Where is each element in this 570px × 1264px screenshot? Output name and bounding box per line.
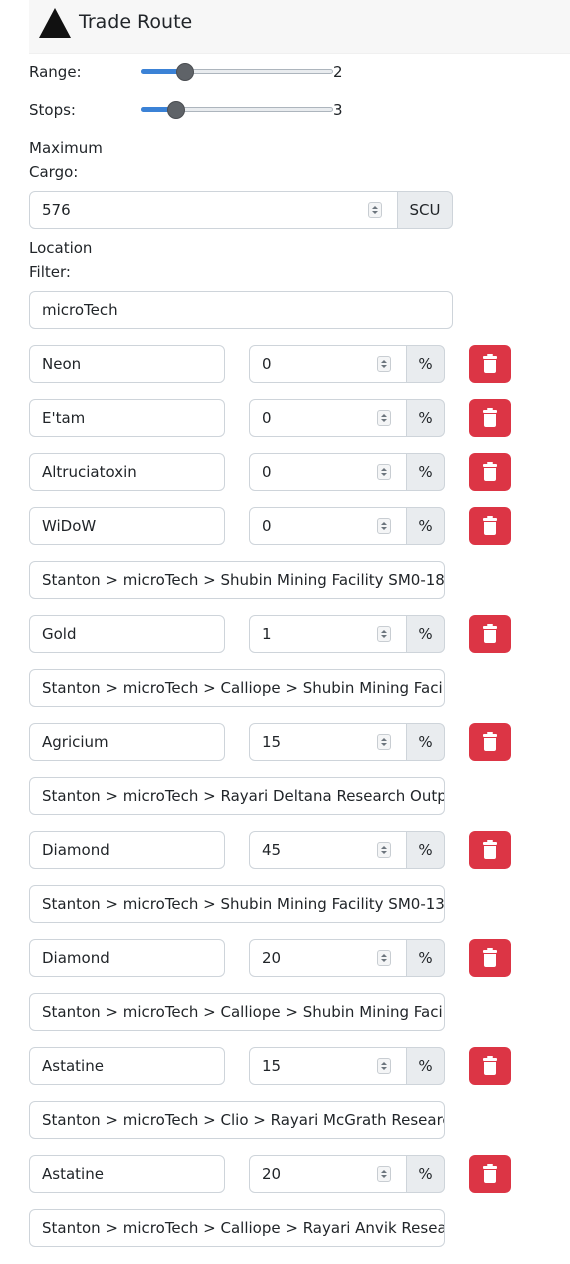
delete-button[interactable] <box>469 399 511 437</box>
percent-value: 20 <box>262 949 282 967</box>
location-filter-input[interactable]: microTech <box>29 291 453 329</box>
spinner-arrows-icon[interactable] <box>377 356 391 372</box>
commodity-name: WiDoW <box>42 517 97 535</box>
location-filter-label: Location <box>29 239 93 257</box>
spinner-arrows-icon[interactable] <box>377 842 391 858</box>
spinner-arrows-icon[interactable] <box>377 626 391 642</box>
commodity-input[interactable]: Astatine <box>29 1047 225 1085</box>
percent-unit-addon: % <box>406 453 445 491</box>
scu-unit-addon: SCU <box>397 191 453 229</box>
max-cargo-value: 576 <box>42 201 71 219</box>
location-filter-label-line2: Filter: <box>29 263 71 281</box>
range-label: Range: <box>29 63 82 81</box>
percent-unit-addon: % <box>406 831 445 869</box>
spinner-arrows-icon[interactable] <box>377 950 391 966</box>
location-value: Stanton > microTech > Rayari Deltana Res… <box>42 787 445 805</box>
percent-value: 0 <box>262 355 272 373</box>
delete-button[interactable] <box>469 345 511 383</box>
commodity-name: Gold <box>42 625 77 643</box>
location-input[interactable]: Stanton > microTech > Calliope > Rayari … <box>29 1209 445 1247</box>
commodity-input[interactable]: Altruciatoxin <box>29 453 225 491</box>
commodity-input[interactable]: WiDoW <box>29 507 225 545</box>
percent-value: 45 <box>262 841 282 859</box>
location-input[interactable]: Stanton > microTech > Rayari Deltana Res… <box>29 777 445 815</box>
commodity-name: Altruciatoxin <box>42 463 137 481</box>
location-input[interactable]: Stanton > microTech > Clio > Rayari McGr… <box>29 1101 445 1139</box>
location-input[interactable]: Stanton > microTech > Shubin Mining Faci… <box>29 561 445 599</box>
spinner-arrows-icon[interactable] <box>377 464 391 480</box>
max-cargo-input[interactable]: 576 <box>29 191 398 229</box>
commodity-name: Astatine <box>42 1165 104 1183</box>
commodity-input[interactable]: Diamond <box>29 939 225 977</box>
commodity-name: Neon <box>42 355 82 373</box>
location-input[interactable]: Stanton > microTech > Shubin Mining Faci… <box>29 885 445 923</box>
percent-unit-addon: % <box>406 345 445 383</box>
commodity-input[interactable]: Diamond <box>29 831 225 869</box>
percent-value: 20 <box>262 1165 282 1183</box>
max-cargo-label-line2: Cargo: <box>29 163 79 181</box>
location-value: Stanton > microTech > Calliope > Shubin … <box>42 1003 445 1021</box>
delete-button[interactable] <box>469 453 511 491</box>
commodity-input[interactable]: E'tam <box>29 399 225 437</box>
location-value: Stanton > microTech > Calliope > Rayari … <box>42 1219 444 1237</box>
delete-button[interactable] <box>469 831 511 869</box>
spinner-arrows-icon[interactable] <box>368 202 382 218</box>
percent-unit-addon: % <box>406 615 445 653</box>
delete-button[interactable] <box>469 1047 511 1085</box>
location-value: Stanton > microTech > Shubin Mining Faci… <box>42 571 445 589</box>
commodity-input[interactable]: Neon <box>29 345 225 383</box>
percent-value: 1 <box>262 625 272 643</box>
delete-button[interactable] <box>469 507 511 545</box>
range-slider-thumb[interactable] <box>175 63 194 81</box>
delete-button[interactable] <box>469 615 511 653</box>
percent-unit-addon: % <box>406 939 445 977</box>
commodity-name: Agricium <box>42 733 109 751</box>
percent-value: 15 <box>262 733 282 751</box>
delete-button[interactable] <box>469 723 511 761</box>
delete-button[interactable] <box>469 939 511 977</box>
percent-value: 0 <box>262 409 272 427</box>
percent-value: 0 <box>262 517 272 535</box>
commodity-name: Diamond <box>42 841 110 859</box>
range-value: 2 <box>333 63 343 81</box>
spinner-arrows-icon[interactable] <box>377 1166 391 1182</box>
stops-label: Stops: <box>29 101 76 119</box>
location-value: Stanton > microTech > Shubin Mining Faci… <box>42 895 445 913</box>
section-header[interactable]: Trade Route <box>29 0 570 54</box>
commodity-name: Diamond <box>42 949 110 967</box>
max-cargo-label: Maximum <box>29 139 103 157</box>
location-filter-value: microTech <box>42 301 118 319</box>
percent-value: 15 <box>262 1057 282 1075</box>
percent-unit-addon: % <box>406 1047 445 1085</box>
location-value: Stanton > microTech > Clio > Rayari McGr… <box>42 1111 444 1129</box>
triangle-icon <box>39 8 71 38</box>
spinner-arrows-icon[interactable] <box>377 410 391 426</box>
percent-unit-addon: % <box>406 399 445 437</box>
spinner-arrows-icon[interactable] <box>377 518 391 534</box>
commodity-name: Astatine <box>42 1057 104 1075</box>
spinner-arrows-icon[interactable] <box>377 734 391 750</box>
delete-button[interactable] <box>469 1155 511 1193</box>
commodity-input[interactable]: Astatine <box>29 1155 225 1193</box>
percent-unit-addon: % <box>406 723 445 761</box>
stops-slider-thumb[interactable] <box>167 101 186 119</box>
percent-value: 0 <box>262 463 272 481</box>
location-value: Stanton > microTech > Calliope > Shubin … <box>42 679 445 697</box>
location-input[interactable]: Stanton > microTech > Calliope > Shubin … <box>29 669 445 707</box>
location-input[interactable]: Stanton > microTech > Calliope > Shubin … <box>29 993 445 1031</box>
spinner-arrows-icon[interactable] <box>377 1058 391 1074</box>
commodity-name: E'tam <box>42 409 86 427</box>
stops-value: 3 <box>333 101 343 119</box>
commodity-input[interactable]: Agricium <box>29 723 225 761</box>
percent-unit-addon: % <box>406 507 445 545</box>
section-title: Trade Route <box>79 11 193 33</box>
percent-unit-addon: % <box>406 1155 445 1193</box>
commodity-input[interactable]: Gold <box>29 615 225 653</box>
